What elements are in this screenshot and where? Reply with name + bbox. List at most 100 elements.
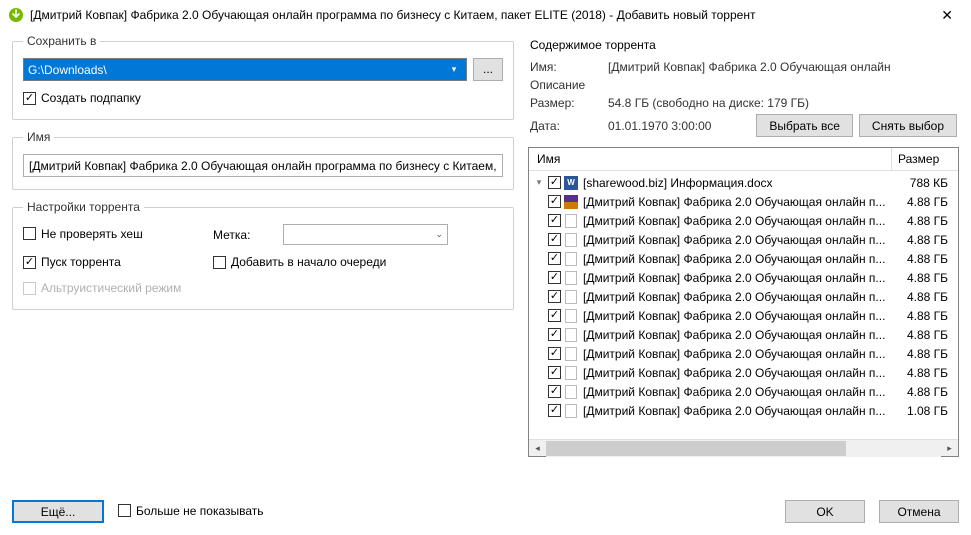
file-size: 4.88 ГБ — [896, 233, 954, 247]
select-all-button[interactable]: Выбрать все — [756, 114, 853, 137]
checkbox-icon[interactable] — [23, 92, 36, 105]
create-subfolder-label: Создать подпапку — [41, 91, 141, 105]
checkbox-icon[interactable] — [548, 309, 561, 322]
app-icon — [8, 7, 24, 23]
torrent-name-input[interactable] — [23, 154, 503, 177]
col-name[interactable]: Имя — [529, 148, 892, 170]
col-size[interactable]: Размер — [892, 148, 958, 170]
file-row[interactable]: [Дмитрий Ковпак] Фабрика 2.0 Обучающая о… — [529, 268, 958, 287]
file-icon — [564, 271, 578, 285]
horizontal-scrollbar[interactable]: ◂ ▸ — [529, 439, 958, 456]
add-to-front-label: Добавить в начало очереди — [231, 255, 386, 269]
file-row[interactable]: [Дмитрий Ковпак] Фабрика 2.0 Обучающая о… — [529, 230, 958, 249]
file-name: [Дмитрий Ковпак] Фабрика 2.0 Обучающая о… — [581, 290, 893, 304]
chevron-down-icon[interactable]: ▾ — [446, 64, 462, 75]
more-button[interactable]: Ещё... — [12, 500, 104, 523]
file-row[interactable]: [Дмитрий Ковпак] Фабрика 2.0 Обучающая о… — [529, 382, 958, 401]
save-in-group: Сохранить в ▾ ... Создать подпапку — [12, 34, 514, 120]
checkbox-icon[interactable] — [548, 385, 561, 398]
chevron-down-icon: ⌄ — [435, 229, 443, 240]
meta-name-value: [Дмитрий Ковпак] Фабрика 2.0 Обучающая о… — [608, 60, 957, 74]
file-name: [Дмитрий Ковпак] Фабрика 2.0 Обучающая о… — [581, 271, 893, 285]
file-icon — [564, 328, 578, 342]
scroll-left-icon[interactable]: ◂ — [529, 440, 546, 457]
dont-show-label: Больше не показывать — [136, 504, 264, 518]
checkbox-icon[interactable] — [548, 214, 561, 227]
checkbox-icon[interactable] — [23, 256, 36, 269]
checkbox-icon[interactable] — [548, 366, 561, 379]
file-icon — [564, 309, 578, 323]
file-icon — [564, 233, 578, 247]
file-icon — [564, 385, 578, 399]
browse-button[interactable]: ... — [473, 58, 503, 81]
file-list: Имя Размер ▾W[sharewood.biz] Информация.… — [528, 147, 959, 457]
file-size: 4.88 ГБ — [896, 290, 954, 304]
checkbox-icon[interactable] — [548, 347, 561, 360]
start-torrent-check[interactable]: Пуск торрента — [23, 255, 213, 269]
checkbox-icon[interactable] — [213, 256, 226, 269]
name-group: Имя — [12, 130, 514, 190]
checkbox-icon[interactable] — [548, 176, 561, 189]
file-row[interactable]: [Дмитрий Ковпак] Фабрика 2.0 Обучающая о… — [529, 344, 958, 363]
meta-date-label: Дата: — [530, 119, 608, 133]
meta-desc-label: Описание — [530, 78, 608, 92]
label-combo[interactable]: ⌄ — [283, 224, 448, 245]
torrent-content-meta: Содержимое торрента Имя: [Дмитрий Ковпак… — [528, 34, 959, 147]
scroll-right-icon[interactable]: ▸ — [941, 440, 958, 457]
file-size: 4.88 ГБ — [896, 328, 954, 342]
titlebar: [Дмитрий Ковпак] Фабрика 2.0 Обучающая о… — [0, 0, 971, 30]
save-path-combo[interactable]: ▾ — [23, 58, 467, 81]
checkbox-icon[interactable] — [548, 195, 561, 208]
file-name: [Дмитрий Ковпак] Фабрика 2.0 Обучающая о… — [581, 385, 893, 399]
checkbox-icon[interactable] — [23, 227, 36, 240]
file-icon — [564, 366, 578, 380]
file-row[interactable]: ▾W[sharewood.biz] Информация.docx788 КБ — [529, 173, 958, 192]
close-icon[interactable]: ✕ — [931, 3, 963, 28]
file-list-header: Имя Размер — [529, 148, 958, 171]
meta-date-value: 01.01.1970 3:00:00 — [608, 119, 743, 133]
file-size: 4.88 ГБ — [896, 214, 954, 228]
label-label: Метка: — [213, 228, 283, 242]
checkbox-icon[interactable] — [548, 233, 561, 246]
file-size: 788 КБ — [896, 176, 954, 190]
cancel-button[interactable]: Отмена — [879, 500, 959, 523]
file-row[interactable]: [Дмитрий Ковпак] Фабрика 2.0 Обучающая о… — [529, 211, 958, 230]
checkbox-icon[interactable] — [118, 504, 131, 517]
file-row[interactable]: [Дмитрий Ковпак] Фабрика 2.0 Обучающая о… — [529, 325, 958, 344]
file-icon — [564, 214, 578, 228]
file-row[interactable]: [Дмитрий Ковпак] Фабрика 2.0 Обучающая о… — [529, 401, 958, 420]
scroll-thumb[interactable] — [546, 441, 846, 456]
dont-show-check[interactable]: Больше не показывать — [118, 504, 264, 518]
file-row[interactable]: [Дмитрий Ковпак] Фабрика 2.0 Обучающая о… — [529, 287, 958, 306]
dont-verify-hash-check[interactable]: Не проверять хеш — [23, 227, 213, 241]
file-row[interactable]: [Дмитрий Ковпак] Фабрика 2.0 Обучающая о… — [529, 192, 958, 211]
settings-legend: Настройки торрента — [23, 200, 144, 214]
file-row[interactable]: [Дмитрий Ковпак] Фабрика 2.0 Обучающая о… — [529, 306, 958, 325]
file-size: 4.88 ГБ — [896, 195, 954, 209]
file-name: [Дмитрий Ковпак] Фабрика 2.0 Обучающая о… — [581, 328, 893, 342]
checkbox-icon[interactable] — [548, 252, 561, 265]
dont-verify-hash-label: Не проверять хеш — [41, 227, 143, 241]
create-subfolder-check[interactable]: Создать подпапку — [23, 91, 503, 105]
start-torrent-label: Пуск торрента — [41, 255, 121, 269]
scroll-track[interactable] — [546, 440, 941, 457]
file-icon — [564, 404, 578, 418]
file-name: [Дмитрий Ковпак] Фабрика 2.0 Обучающая о… — [581, 233, 893, 247]
add-to-front-check[interactable]: Добавить в начало очереди — [213, 255, 503, 269]
checkbox-icon[interactable] — [548, 328, 561, 341]
file-size: 4.88 ГБ — [896, 309, 954, 323]
file-size: 4.88 ГБ — [896, 385, 954, 399]
file-row[interactable]: [Дмитрий Ковпак] Фабрика 2.0 Обучающая о… — [529, 363, 958, 382]
file-name: [Дмитрий Ковпак] Фабрика 2.0 Обучающая о… — [581, 366, 893, 380]
file-size: 1.08 ГБ — [896, 404, 954, 418]
ok-button[interactable]: OK — [785, 500, 865, 523]
file-row[interactable]: [Дмитрий Ковпак] Фабрика 2.0 Обучающая о… — [529, 249, 958, 268]
deselect-all-button[interactable]: Снять выбор — [859, 114, 957, 137]
checkbox-icon[interactable] — [548, 271, 561, 284]
file-name: [Дмитрий Ковпак] Фабрика 2.0 Обучающая о… — [581, 347, 893, 361]
checkbox-icon[interactable] — [548, 404, 561, 417]
file-name: [Дмитрий Ковпак] Фабрика 2.0 Обучающая о… — [581, 214, 893, 228]
save-path-input[interactable] — [28, 63, 446, 77]
checkbox-icon[interactable] — [548, 290, 561, 303]
dialog-footer: Ещё... Больше не показывать OK Отмена — [12, 500, 959, 523]
